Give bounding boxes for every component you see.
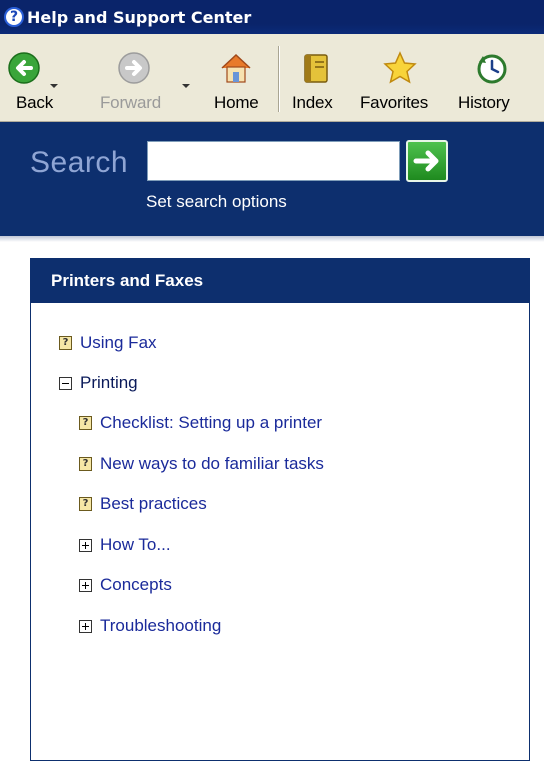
index-button[interactable]: Index: [284, 34, 348, 122]
home-button[interactable]: Home: [204, 34, 268, 122]
tree-item-label: Troubleshooting: [100, 616, 222, 635]
tree-item-troubleshooting[interactable]: Troubleshooting: [79, 616, 221, 636]
star-icon: [383, 51, 417, 84]
tree-item-label: New ways to do familiar tasks: [100, 454, 324, 473]
back-label: Back: [16, 93, 53, 112]
window-title: Help and Support Center: [27, 7, 252, 27]
back-arrow-icon: [8, 52, 40, 84]
forward-arrow-icon: [118, 52, 150, 84]
index-label: Index: [292, 93, 333, 112]
expand-icon[interactable]: [79, 578, 92, 592]
back-button[interactable]: Back: [0, 34, 70, 122]
tree-item-concepts[interactable]: Concepts: [79, 575, 172, 595]
tree-item-new-ways[interactable]: ? New ways to do familiar tasks: [79, 454, 324, 474]
panel-title: Printers and Faxes: [31, 259, 529, 303]
back-dropdown-icon[interactable]: [50, 84, 58, 88]
home-icon: [221, 53, 251, 83]
expand-icon[interactable]: [79, 538, 92, 552]
collapse-icon[interactable]: [59, 376, 72, 390]
forward-dropdown-icon[interactable]: [182, 84, 190, 88]
search-options-link[interactable]: Set search options: [146, 192, 287, 212]
history-clock-icon: [477, 54, 507, 84]
history-button[interactable]: History: [454, 34, 528, 122]
help-topic-icon: ?: [59, 336, 72, 350]
tree-item-using-fax[interactable]: ? Using Fax: [59, 333, 157, 353]
favorites-button[interactable]: Favorites: [356, 34, 448, 122]
tree-item-how-to[interactable]: How To...: [79, 535, 171, 555]
topics-panel: Printers and Faxes ? Using Fax Printing …: [30, 258, 530, 761]
window-title-bar: ? Help and Support Center: [0, 0, 544, 34]
tree-item-label: Concepts: [100, 575, 172, 594]
tree-item-label: Best practices: [100, 494, 207, 513]
toolbar-separator: [278, 46, 280, 112]
band-shadow: [0, 236, 544, 242]
tree-item-best-practices[interactable]: ? Best practices: [79, 494, 207, 514]
tree-item-label: Printing: [80, 373, 138, 392]
tree-item-label: Checklist: Setting up a printer: [100, 413, 323, 432]
favorites-label: Favorites: [360, 93, 429, 112]
search-band: Search Set search options: [0, 122, 544, 236]
expand-icon[interactable]: [79, 619, 92, 633]
help-topic-icon: ?: [79, 416, 92, 430]
home-label: Home: [214, 93, 259, 112]
search-go-button[interactable]: [406, 140, 448, 182]
tree-item-label: Using Fax: [80, 333, 157, 352]
tree-item-printing[interactable]: Printing: [59, 373, 138, 393]
history-label: History: [458, 93, 510, 112]
help-topic-icon: ?: [79, 457, 92, 471]
arrow-right-icon: [413, 150, 439, 172]
toolbar: Back Forward Home Index Favorites Histor…: [0, 34, 544, 122]
search-input[interactable]: [147, 141, 400, 181]
index-book-icon: [304, 54, 328, 83]
tree-item-label: How To...: [100, 535, 171, 554]
forward-label: Forward: [100, 93, 161, 112]
tree-item-checklist[interactable]: ? Checklist: Setting up a printer: [79, 413, 322, 433]
search-label: Search: [30, 146, 129, 179]
help-topic-icon: ?: [79, 497, 92, 511]
help-icon: ?: [4, 7, 24, 27]
forward-button[interactable]: Forward: [96, 34, 192, 122]
